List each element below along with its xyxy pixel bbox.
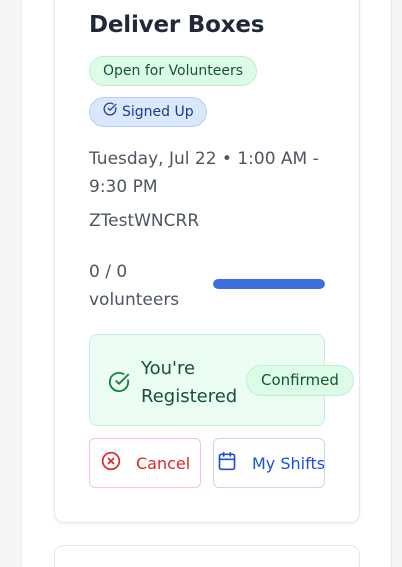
- shift-datetime: Tuesday, Jul 22 • 1:00 AM - 9:30 PM: [89, 149, 319, 197]
- check-circle-icon: [108, 371, 130, 393]
- shift-location: ZTestWNCRR: [89, 211, 200, 231]
- signed-up-label: Signed Up: [122, 104, 194, 120]
- cancel-button-label: Cancel: [136, 453, 191, 473]
- confirmed-badge: Confirmed: [246, 365, 354, 396]
- shift-title: Deliver Boxes: [89, 12, 265, 38]
- next-shift-card: [54, 545, 360, 567]
- signed-up-badge: Signed Up: [89, 97, 207, 127]
- volunteer-count: 0 / 0 volunteers: [89, 262, 180, 310]
- my-shifts-button-label: My Shifts: [252, 453, 325, 473]
- cancel-button[interactable]: Cancel: [89, 438, 201, 488]
- status-badge: Open for Volunteers: [89, 56, 257, 86]
- volunteer-progress-bar: [213, 279, 325, 289]
- volunteer-progress-fill: [213, 279, 325, 289]
- my-shifts-button[interactable]: My Shifts: [213, 438, 325, 488]
- x-circle-icon: [101, 451, 121, 475]
- check-circle-icon: [103, 98, 117, 126]
- calendar-icon: [217, 451, 237, 475]
- registered-message: You're Registered: [141, 358, 238, 407]
